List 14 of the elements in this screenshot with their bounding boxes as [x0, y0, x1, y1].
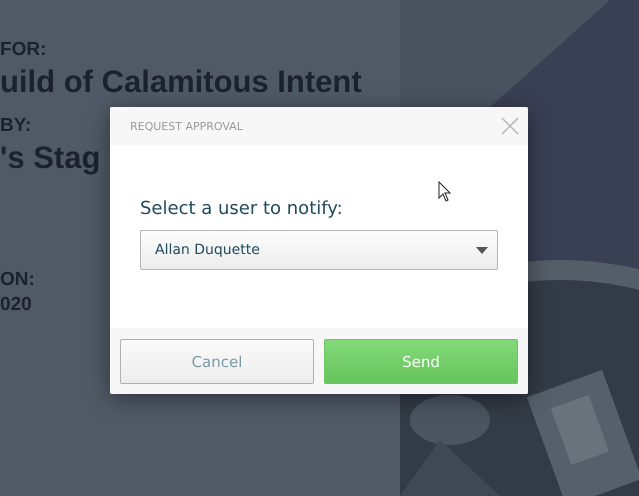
dialog-title: REQUEST APPROVAL [130, 120, 243, 132]
close-icon[interactable] [501, 117, 519, 135]
send-button[interactable]: Send [324, 339, 518, 384]
caret-icon [476, 246, 488, 254]
field-label: FOR: [0, 38, 46, 62]
field-label: ON: [0, 268, 35, 292]
prompt-label: Select a user to notify: [140, 198, 344, 219]
field-label: BY: [0, 114, 32, 138]
pointer-icon [438, 181, 452, 202]
field-value: uild of Calamitous Intent [0, 63, 362, 101]
field-value: 's Stag [0, 139, 100, 177]
cancel-button[interactable]: Cancel [120, 339, 314, 384]
field-value: 020 [0, 293, 32, 317]
user-select[interactable]: Allan Duquette [140, 230, 498, 270]
